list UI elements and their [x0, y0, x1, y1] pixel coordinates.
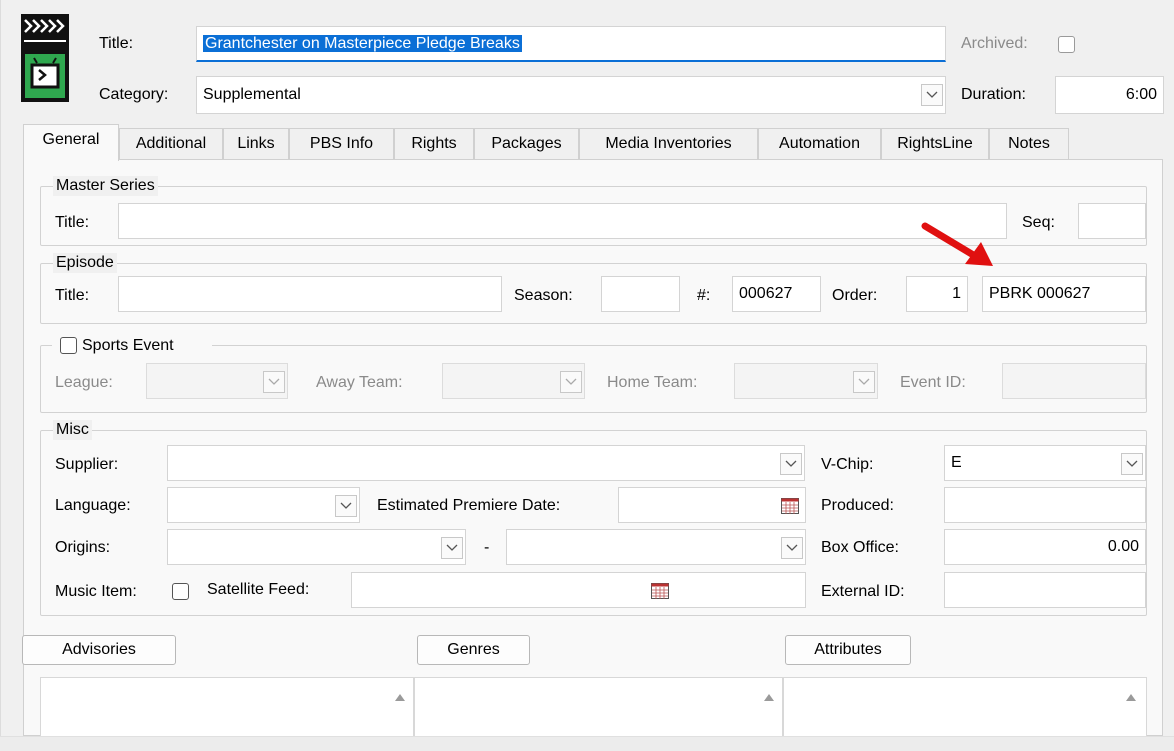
external-id-input[interactable] — [944, 572, 1146, 608]
scroll-up-icon[interactable] — [763, 692, 775, 702]
tab-rights[interactable]: Rights — [394, 128, 474, 160]
title-value: Grantchester on Masterpiece Pledge Break… — [203, 35, 522, 52]
vchip-value: E — [951, 454, 962, 471]
episode-title-label: Title: — [55, 287, 90, 304]
genres-button[interactable]: Genres — [417, 635, 530, 665]
red-arrow-icon — [921, 222, 993, 266]
tab-additional[interactable]: Additional — [119, 128, 223, 160]
master-title-input[interactable] — [118, 203, 1007, 239]
premiere-date-label: Estimated Premiere Date: — [377, 497, 561, 514]
master-series-title: Master Series — [53, 176, 158, 196]
away-team-select[interactable] — [442, 363, 585, 399]
music-item-checkbox[interactable] — [172, 583, 189, 600]
chevron-down-icon[interactable] — [780, 453, 802, 475]
chevron-down-icon[interactable] — [921, 84, 943, 106]
episode-title: Episode — [53, 253, 117, 273]
program-window: Title: Grantchester on Masterpiece Pledg… — [0, 0, 1174, 737]
origins-select-1[interactable] — [167, 529, 466, 565]
home-team-select[interactable] — [734, 363, 878, 399]
league-select[interactable] — [146, 363, 288, 399]
season-label: Season: — [514, 287, 573, 304]
episode-number-label: #: — [697, 287, 711, 304]
music-item-label: Music Item: — [55, 583, 137, 600]
archived-checkbox[interactable] — [1058, 36, 1075, 53]
tab-notes[interactable]: Notes — [989, 128, 1069, 160]
order-label: Order: — [832, 287, 878, 304]
duration-label: Duration: — [961, 86, 1026, 103]
duration-input[interactable]: 6:00 — [1055, 76, 1164, 114]
event-id-label: Event ID: — [900, 374, 966, 391]
scroll-up-icon[interactable] — [394, 692, 406, 702]
category-label: Category: — [99, 86, 169, 103]
tab-rightsline[interactable]: RightsLine — [881, 128, 989, 160]
advisories-list[interactable] — [40, 677, 414, 737]
vchip-label: V-Chip: — [821, 456, 874, 473]
scroll-up-icon[interactable] — [1125, 692, 1137, 702]
origins-dash: - — [484, 539, 490, 556]
episode-number-input[interactable]: 000627 — [732, 276, 821, 312]
calendar-icon[interactable] — [781, 498, 799, 514]
away-team-label: Away Team: — [316, 374, 403, 391]
home-team-label: Home Team: — [607, 374, 698, 391]
premiere-date-input[interactable] — [618, 487, 806, 523]
chevron-down-icon[interactable] — [335, 495, 357, 517]
order-input[interactable]: 1 — [906, 276, 968, 312]
origins-label: Origins: — [55, 539, 111, 556]
master-title-label: Title: — [55, 214, 90, 231]
origins-select-2[interactable] — [506, 529, 806, 565]
league-label: League: — [55, 374, 113, 391]
language-label: Language: — [55, 497, 131, 514]
produced-label: Produced: — [821, 497, 894, 514]
attributes-button[interactable]: Attributes — [785, 635, 911, 665]
external-id-label: External ID: — [821, 583, 905, 600]
misc-title: Misc — [53, 420, 92, 440]
chevron-down-icon[interactable] — [781, 537, 803, 559]
seq-label: Seq: — [1022, 214, 1055, 231]
tab-packages[interactable]: Packages — [474, 128, 579, 160]
episode-title-input[interactable] — [118, 276, 502, 312]
episode-code-input[interactable]: PBRK 000627 — [982, 276, 1146, 312]
tab-automation[interactable]: Automation — [758, 128, 881, 160]
box-office-label: Box Office: — [821, 539, 899, 556]
sports-event-checkbox[interactable] — [60, 337, 77, 354]
genres-list[interactable] — [414, 677, 783, 737]
chevron-down-icon[interactable] — [560, 371, 582, 393]
satellite-feed-input[interactable] — [351, 572, 806, 608]
box-office-input[interactable]: 0.00 — [944, 529, 1146, 565]
category-select[interactable]: Supplemental — [196, 76, 946, 114]
sports-event-label: Sports Event — [82, 337, 174, 354]
title-input[interactable]: Grantchester on Masterpiece Pledge Break… — [196, 26, 946, 62]
tab-pbs-info[interactable]: PBS Info — [289, 128, 394, 160]
event-id-input[interactable] — [1002, 363, 1146, 399]
calendar-icon[interactable] — [651, 583, 669, 599]
tab-links[interactable]: Links — [223, 128, 289, 160]
seq-input[interactable] — [1078, 203, 1146, 239]
chevron-down-icon[interactable] — [441, 537, 463, 559]
tab-general[interactable]: General — [23, 124, 119, 161]
attributes-list[interactable] — [783, 677, 1147, 737]
season-input[interactable] — [601, 276, 680, 312]
category-value: Supplemental — [203, 86, 301, 103]
chevron-down-icon[interactable] — [853, 371, 875, 393]
title-label: Title: — [99, 35, 134, 52]
advisories-button[interactable]: Advisories — [22, 635, 176, 665]
satellite-feed-label: Satellite Feed: — [207, 581, 310, 598]
language-select[interactable] — [167, 487, 360, 523]
supplier-label: Supplier: — [55, 456, 119, 473]
vchip-select[interactable]: E — [944, 445, 1146, 481]
chevron-down-icon[interactable] — [1121, 453, 1143, 475]
tab-media-inventories[interactable]: Media Inventories — [579, 128, 758, 160]
chevron-down-icon[interactable] — [263, 371, 285, 393]
bottom-strip — [0, 736, 1174, 751]
archived-label: Archived: — [961, 35, 1028, 52]
supplier-select[interactable] — [167, 445, 805, 481]
produced-input[interactable] — [944, 487, 1146, 523]
clapperboard-tv-icon — [21, 14, 69, 102]
